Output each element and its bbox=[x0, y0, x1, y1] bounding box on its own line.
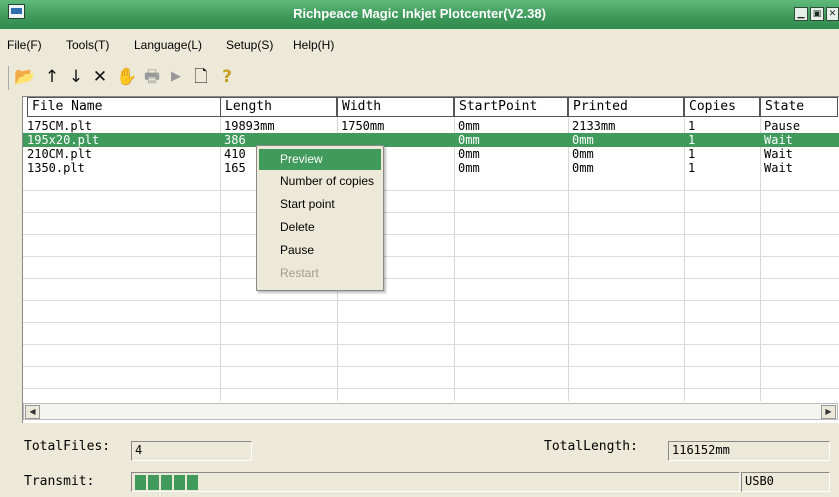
total-files-label: TotalFiles: bbox=[24, 439, 111, 454]
context-item-delete[interactable]: Delete bbox=[259, 217, 381, 238]
total-length-label: TotalLength: bbox=[544, 439, 638, 454]
progress-block bbox=[148, 475, 159, 490]
grid-line bbox=[23, 300, 839, 301]
cell-printed: 2133mm bbox=[572, 119, 616, 133]
cell-file-name: 175CM.plt bbox=[27, 119, 93, 133]
context-item-start-point[interactable]: Start point bbox=[259, 194, 381, 215]
grid-line bbox=[23, 256, 839, 257]
menu-language[interactable]: Language(L) bbox=[134, 38, 202, 52]
column-header-file-name[interactable]: File Name bbox=[27, 97, 224, 117]
cell-file-name: 210CM.plt bbox=[27, 147, 93, 161]
move-down-icon[interactable]: ↓ bbox=[65, 66, 87, 88]
progress-block bbox=[135, 475, 146, 490]
cell-start-point: 0mm bbox=[458, 147, 480, 161]
grid-line bbox=[23, 322, 839, 323]
cell-state: Wait bbox=[764, 161, 793, 175]
total-length-field: 116152mm bbox=[668, 441, 830, 461]
hand-icon[interactable]: ✋ bbox=[116, 66, 138, 88]
print-preview-icon[interactable]: 🗋 bbox=[190, 66, 212, 88]
column-header-start-point[interactable]: StartPoint bbox=[454, 97, 568, 117]
title-bar: Richpeace Magic Inkjet Plotcenter(V2.38)… bbox=[0, 0, 839, 29]
minimize-button[interactable]: ▁ bbox=[794, 7, 808, 21]
cell-width: 1750mm bbox=[341, 119, 385, 133]
cell-state: Pause bbox=[764, 119, 801, 133]
table-row[interactable]: 1350.plt 165 0mm 0mm 1 Wait bbox=[23, 161, 839, 175]
transmit-label: Transmit: bbox=[24, 474, 95, 489]
menu-tools[interactable]: Tools(T) bbox=[66, 38, 109, 52]
horizontal-scrollbar[interactable]: ◀ ▶ bbox=[23, 403, 838, 420]
table-row[interactable]: 175CM.plt 19893mm 1750mm 0mm 2133mm 1 Pa… bbox=[23, 119, 839, 133]
grid-line bbox=[23, 344, 839, 345]
cell-file-name: 1350.plt bbox=[27, 161, 85, 175]
progress-block bbox=[174, 475, 185, 490]
transmit-progress-bar bbox=[131, 472, 740, 492]
cell-copies: 1 bbox=[688, 161, 696, 175]
open-folder-icon[interactable]: 📂 bbox=[14, 66, 36, 88]
context-menu: Preview Number of copies Start point Del… bbox=[256, 145, 384, 291]
window-title: Richpeace Magic Inkjet Plotcenter(V2.38) bbox=[293, 6, 546, 21]
cell-printed: 0mm bbox=[572, 133, 594, 147]
column-header-printed[interactable]: Printed bbox=[568, 97, 684, 117]
cell-state: Wait bbox=[764, 147, 793, 161]
cell-start-point: 0mm bbox=[458, 119, 480, 133]
cell-start-point: 0mm bbox=[458, 161, 480, 175]
total-files-field: 4 bbox=[131, 441, 252, 461]
toolbar: 📂 ↑ ↓ ✕ ✋ 🖶 ▶ 🗋 ? bbox=[8, 66, 308, 90]
grid-line bbox=[23, 212, 839, 213]
menu-help[interactable]: Help(H) bbox=[293, 38, 334, 52]
table-row-selected[interactable]: 195x20.plt 386 0mm 0mm 1 Wait bbox=[23, 133, 839, 147]
printer-icon[interactable]: 🖶 bbox=[141, 66, 163, 88]
cell-printed: 0mm bbox=[572, 161, 594, 175]
context-item-preview[interactable]: Preview bbox=[259, 149, 381, 170]
context-item-number-of-copies[interactable]: Number of copies bbox=[259, 171, 381, 192]
maximize-button[interactable]: ▣ bbox=[810, 7, 824, 21]
column-header-state[interactable]: State bbox=[760, 97, 838, 117]
help-icon[interactable]: ? bbox=[216, 66, 238, 88]
scroll-right-button[interactable]: ▶ bbox=[821, 405, 836, 419]
menu-file[interactable]: File(F) bbox=[7, 38, 42, 52]
cell-length: 19893mm bbox=[224, 119, 275, 133]
grid-line bbox=[23, 366, 839, 367]
delete-icon[interactable]: ✕ bbox=[89, 66, 111, 88]
grid-line bbox=[23, 278, 839, 279]
cell-copies: 1 bbox=[688, 147, 696, 161]
cell-state: Wait bbox=[764, 133, 793, 147]
file-list[interactable]: File Name Length Width StartPoint Printe… bbox=[22, 96, 839, 423]
move-up-icon[interactable]: ↑ bbox=[41, 66, 63, 88]
menu-bar: File(F) Tools(T) Language(L) Setup(S) He… bbox=[0, 38, 839, 56]
column-header-copies[interactable]: Copies bbox=[684, 97, 760, 117]
progress-block bbox=[161, 475, 172, 490]
context-item-pause[interactable]: Pause bbox=[259, 240, 381, 261]
close-button[interactable]: ✕ bbox=[826, 7, 839, 21]
menu-setup[interactable]: Setup(S) bbox=[226, 38, 273, 52]
cell-start-point: 0mm bbox=[458, 133, 480, 147]
scroll-left-button[interactable]: ◀ bbox=[25, 405, 40, 419]
column-header-length[interactable]: Length bbox=[220, 97, 337, 117]
cell-copies: 1 bbox=[688, 119, 696, 133]
table-row[interactable]: 210CM.plt 410 0mm 0mm 1 Wait bbox=[23, 147, 839, 161]
grid-line bbox=[23, 190, 839, 191]
column-header-width[interactable]: Width bbox=[337, 97, 454, 117]
grid-line bbox=[23, 234, 839, 235]
cell-printed: 0mm bbox=[572, 147, 594, 161]
port-field: USB0 bbox=[741, 472, 830, 492]
play-icon[interactable]: ▶ bbox=[165, 66, 187, 88]
context-item-restart: Restart bbox=[280, 266, 319, 280]
cell-copies: 1 bbox=[688, 133, 696, 147]
grid-line bbox=[23, 388, 839, 389]
progress-block bbox=[187, 475, 198, 490]
cell-file-name: 195x20.plt bbox=[27, 133, 100, 147]
